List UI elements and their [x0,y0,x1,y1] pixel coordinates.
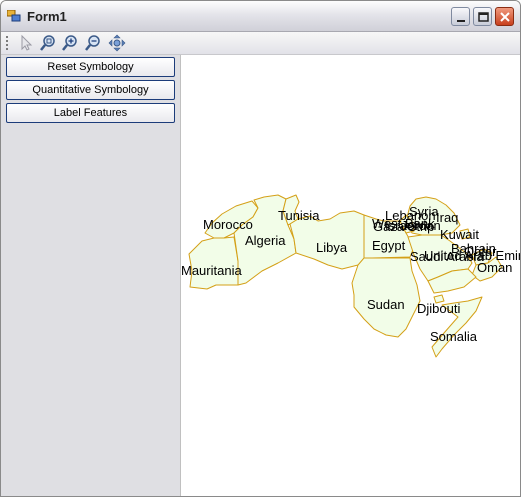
zoom-in-icon[interactable] [61,34,79,52]
map-canvas[interactable]: Morocco Tunisia Algeria Libya Mauritania… [181,55,521,496]
label-saudi-arabia: Saudi Arabia [410,249,484,264]
close-icon [500,12,510,22]
quantitative-symbology-button[interactable]: Quantitative Symbology [6,80,175,100]
map-control[interactable]: Morocco Tunisia Algeria Libya Mauritania… [180,55,521,496]
label-mauritania: Mauritania [181,263,242,278]
form-icon [7,10,21,22]
window-title: Form1 [27,9,67,24]
app-window: Form1 Reset Symbology Quantitative Symbo… [0,0,521,497]
label-jordan: Jordan [401,218,441,233]
minimize-icon [457,20,465,22]
label-somalia: Somalia [430,329,478,344]
reset-symbology-button[interactable]: Reset Symbology [6,57,175,77]
label-libya: Libya [316,240,348,255]
close-button[interactable] [495,7,514,26]
zoom-extent-icon[interactable] [39,34,57,52]
label-features-button[interactable]: Label Features [6,103,175,123]
maximize-button[interactable] [473,7,492,26]
label-oman: Oman [477,260,512,275]
label-tunisia: Tunisia [278,208,320,223]
toolbar-grip[interactable] [6,36,8,50]
label-egypt: Egypt [372,238,406,253]
select-arrow-icon[interactable] [17,34,35,52]
control-panel: Reset Symbology Quantitative Symbology L… [1,55,180,496]
label-morocco: Morocco [203,217,253,232]
label-kuwait: Kuwait [440,227,479,242]
pan-icon[interactable] [108,34,126,52]
zoom-out-icon[interactable] [84,34,102,52]
label-sudan: Sudan [367,297,405,312]
title-bar[interactable]: Form1 [1,1,520,32]
maximize-icon [478,12,489,22]
label-djibouti: Djibouti [417,301,460,316]
map-toolbar [1,32,520,55]
label-algeria: Algeria [245,233,286,248]
minimize-button[interactable] [451,7,470,26]
